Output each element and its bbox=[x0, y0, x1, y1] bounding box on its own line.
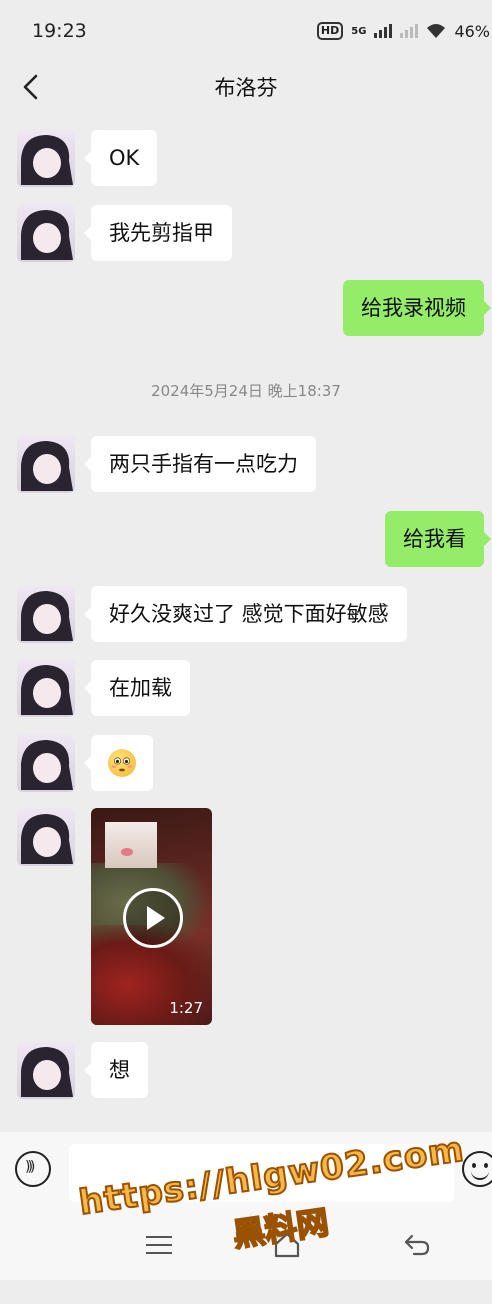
contact-avatar[interactable] bbox=[17, 659, 75, 717]
avatar-image bbox=[21, 135, 73, 185]
status-bar: 19:23 HD 5G 46% bbox=[0, 0, 492, 62]
chat-header: 布洛芬 bbox=[0, 62, 492, 112]
avatar-image bbox=[21, 814, 73, 864]
video-sticker-thumbnail bbox=[105, 822, 157, 868]
contact-avatar[interactable] bbox=[17, 808, 75, 866]
avatar-image bbox=[21, 665, 73, 715]
contact-avatar[interactable] bbox=[17, 585, 75, 643]
avatar-image bbox=[21, 591, 73, 641]
video-duration: 1:27 bbox=[169, 999, 203, 1017]
message-text: 在加载 bbox=[109, 675, 172, 700]
watermark-name: 黑料网 bbox=[230, 1202, 332, 1255]
avatar-image bbox=[21, 210, 73, 260]
chat-title: 布洛芬 bbox=[214, 76, 278, 100]
message-text: 想 bbox=[109, 1057, 130, 1082]
avatar-image bbox=[21, 1047, 73, 1097]
network-label: 5G bbox=[351, 25, 367, 37]
message-bubble-received[interactable]: 我先剪指甲 bbox=[84, 205, 232, 261]
message-text: 好久没爽过了 感觉下面好敏感 bbox=[109, 601, 389, 626]
signal-icon bbox=[374, 24, 393, 38]
voice-icon[interactable] bbox=[15, 1151, 51, 1187]
avatar-image bbox=[21, 740, 73, 790]
play-icon[interactable] bbox=[123, 888, 183, 948]
contact-avatar[interactable] bbox=[17, 1041, 75, 1099]
wifi-icon bbox=[427, 24, 446, 38]
message-bubble-received[interactable]: 想 bbox=[84, 1042, 148, 1098]
message-bubble-sent[interactable]: 给我录视频 bbox=[343, 280, 491, 336]
flushed-face-emoji bbox=[108, 749, 136, 777]
message-bubble-received[interactable]: OK bbox=[83, 130, 158, 186]
signal-secondary-icon bbox=[400, 24, 419, 38]
message-text: 给我看 bbox=[403, 526, 466, 551]
contact-avatar[interactable] bbox=[17, 129, 75, 187]
avatar-image bbox=[21, 441, 73, 491]
message-text: OK bbox=[109, 145, 140, 170]
message-bubble-sent[interactable]: 给我看 bbox=[385, 511, 491, 567]
contact-avatar[interactable] bbox=[17, 435, 75, 493]
hd-icon: HD bbox=[316, 22, 344, 40]
message-text: 给我录视频 bbox=[361, 295, 466, 320]
message-text: 我先剪指甲 bbox=[109, 220, 214, 245]
message-bubble-received[interactable] bbox=[84, 735, 153, 791]
message-bubble-received[interactable]: 两只手指有一点吃力 bbox=[84, 436, 316, 492]
message-bubble-received[interactable]: 好久没爽过了 感觉下面好敏感 bbox=[84, 586, 407, 642]
battery-level: 46% bbox=[454, 21, 490, 41]
message-text: 两只手指有一点吃力 bbox=[109, 451, 298, 476]
contact-avatar[interactable] bbox=[17, 204, 75, 262]
system-icons: HD 5G 46% bbox=[316, 18, 492, 44]
chat-timestamp: 2024年5月24日 晚上18:37 bbox=[151, 382, 341, 400]
status-time: 19:23 bbox=[32, 20, 87, 42]
video-message[interactable]: 1:27 bbox=[91, 808, 212, 1025]
contact-avatar[interactable] bbox=[17, 734, 75, 792]
message-bubble-received[interactable]: 在加载 bbox=[84, 660, 190, 716]
